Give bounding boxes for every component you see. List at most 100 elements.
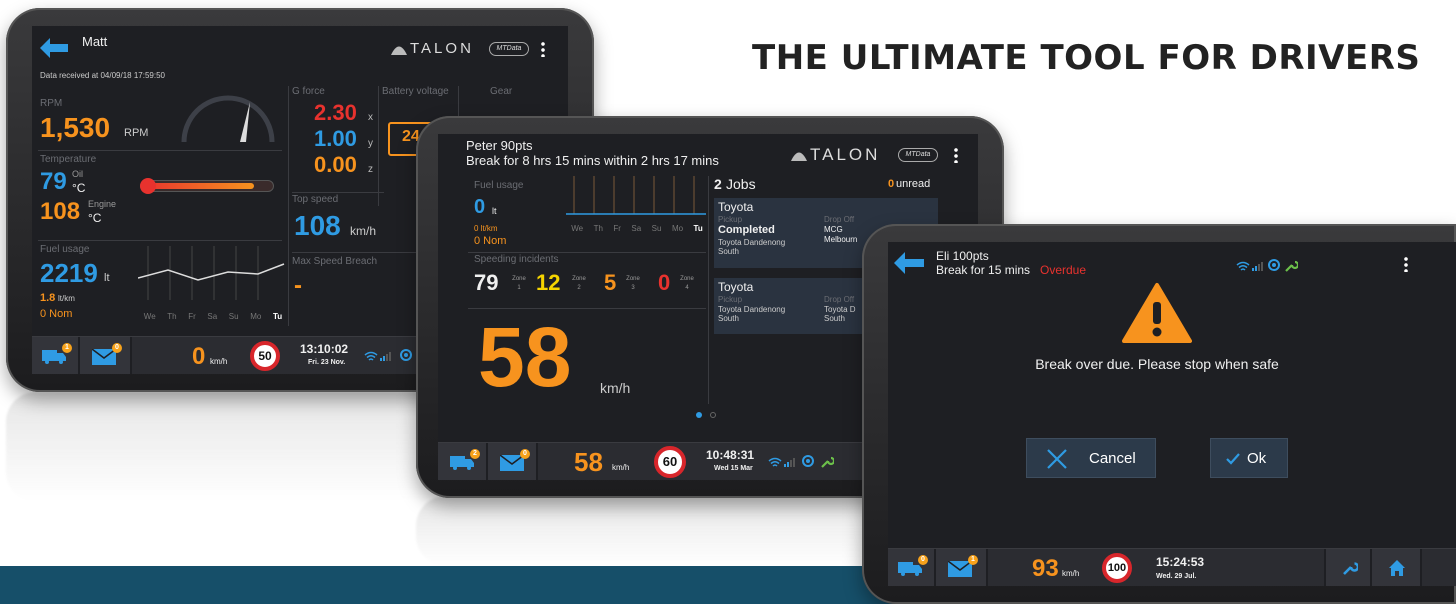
check-icon [1226, 453, 1240, 465]
maxbreach-label: Max Speed Breach [292, 256, 378, 267]
page-dot[interactable] [710, 412, 716, 418]
dropoff-label: Drop Off [824, 215, 855, 224]
rpm-unit: RPM [124, 127, 149, 139]
fuel-label: Fuel usage [40, 244, 90, 255]
topspeed-value: 108 [294, 210, 341, 241]
jobs-button[interactable]: 0 [888, 549, 936, 586]
gps-icon [802, 455, 814, 467]
back-arrow-icon[interactable] [38, 36, 70, 60]
wrench-icon [1343, 562, 1358, 575]
data-received: Data received at 04/09/18 17:59:50 [40, 71, 165, 80]
messages-button[interactable]: 0 [488, 443, 538, 480]
battery-label: Battery voltage [382, 86, 449, 97]
ok-label: Ok [1247, 450, 1267, 467]
talon-brand: TALON [410, 40, 474, 57]
jobs-button[interactable]: 2 [438, 443, 488, 480]
tablet3: Eli 100pts Break for 15 mins Overdue Bre… [862, 224, 1456, 604]
current-speed: 0 [192, 343, 206, 370]
clock-date: Fri. 23 Nov. [308, 359, 346, 366]
home-button[interactable] [1372, 549, 1422, 586]
rpm-value: 1,530 [40, 112, 111, 143]
speed-limit-sign: 50 [250, 341, 280, 371]
tools-button[interactable] [1324, 549, 1372, 586]
dropoff-label: Drop Off [824, 295, 855, 304]
zone2-label: Zone 2 [572, 276, 586, 291]
messages-badge: 0 [112, 343, 122, 353]
talon-logo-icon [791, 152, 807, 161]
fuel-sparkline [138, 246, 285, 300]
oil-label: Oil [72, 169, 83, 179]
tablet1-days: We Th Fr Sa Su Mo Tu [138, 312, 288, 321]
day-label: We [143, 312, 156, 321]
ok-button[interactable]: Ok [1210, 438, 1288, 478]
day-label: Su [228, 312, 239, 321]
incidents-label: Speeding incidents [474, 254, 559, 265]
current-speed: 58 [574, 447, 603, 477]
pickup-location: Toyota Dandenong South [718, 305, 786, 323]
mtdata-logo: MTData [489, 42, 529, 56]
day-label: Mo [671, 224, 684, 233]
dropoff-city: Melbourn [824, 235, 858, 244]
clock-time: 10:48:31 [706, 448, 755, 462]
day-label: Fr [188, 312, 196, 321]
jobs-label: Jobs [726, 176, 756, 192]
rpm-gauge [181, 95, 275, 143]
clock-time: 13:10:02 [300, 342, 349, 356]
zone1-label: Zone 1 [512, 276, 526, 291]
day-label: Fr [613, 224, 621, 233]
cancel-label: Cancel [1089, 450, 1136, 467]
job-status: Completed [718, 224, 775, 236]
tablet2-days: We Th Fr Sa Su Mo Tu [566, 224, 708, 233]
temp-label: Temperature [40, 154, 97, 165]
job-title: Toyota [718, 280, 754, 294]
fuel-rate-unit: lt/km [58, 294, 75, 303]
engine-unit: °C [88, 211, 102, 225]
current-speed: 93 [1032, 555, 1059, 582]
pickup-location: Toyota Dandenong South [718, 238, 786, 256]
day-label: Sa [631, 224, 642, 233]
cancel-button[interactable]: Cancel [1026, 438, 1156, 478]
gforce-z: 0.00 [314, 152, 357, 177]
pickup-label: Pickup [718, 295, 743, 304]
clock-time: 15:24:53 [1156, 555, 1205, 569]
pickup-label: Pickup [718, 215, 743, 224]
gps-icon [400, 349, 412, 361]
speed-limit-sign: 60 [654, 446, 686, 478]
fuel-label: Fuel usage [474, 180, 524, 191]
day-label: We [571, 224, 584, 233]
page-dot-active[interactable] [696, 412, 702, 418]
talon-logo-icon [391, 46, 407, 55]
temp-bar-fill [142, 183, 254, 189]
jobs-button[interactable]: 1 [32, 337, 80, 374]
jobs-badge: 1 [62, 343, 72, 353]
current-speed-unit: km/h [210, 357, 228, 366]
kebab-menu-icon[interactable] [1404, 256, 1408, 272]
topspeed-label: Top speed [292, 194, 339, 205]
zone2-count: 12 [536, 270, 561, 295]
fuel-rate: 0 lt/km [474, 224, 498, 233]
fuel-unit: lt [492, 206, 497, 216]
fuel-rate: 1.8 [40, 292, 56, 304]
day-label: Sa [207, 312, 218, 321]
kebab-menu-icon[interactable] [954, 147, 958, 163]
gforce-label: G force [292, 86, 325, 97]
day-label: Mo [250, 312, 262, 321]
fuel-value: 2219 [40, 258, 98, 288]
zone1-count: 79 [474, 270, 499, 295]
day-label: Tu [272, 312, 283, 321]
messages-badge: 1 [968, 555, 978, 565]
day-label: Th [593, 224, 603, 233]
tablet3-screen: Eli 100pts Break for 15 mins Overdue Bre… [888, 242, 1456, 586]
gps-icon [1268, 259, 1280, 271]
back-arrow-icon[interactable] [892, 250, 926, 276]
close-icon [1047, 449, 1067, 469]
break-message: Break for 8 hrs 15 mins within 2 hrs 17 … [466, 153, 719, 168]
clock-date: Wed. 29 Jul. [1156, 573, 1197, 580]
messages-button[interactable]: 1 [936, 549, 988, 586]
kebab-menu-icon[interactable] [541, 41, 545, 57]
zone3-label: Zone 3 [626, 276, 640, 291]
zone3-count: 5 [604, 270, 617, 295]
break-message: Break for 15 mins [936, 263, 1031, 277]
messages-button[interactable]: 0 [80, 337, 132, 374]
maxbreach-value: - [294, 272, 302, 299]
